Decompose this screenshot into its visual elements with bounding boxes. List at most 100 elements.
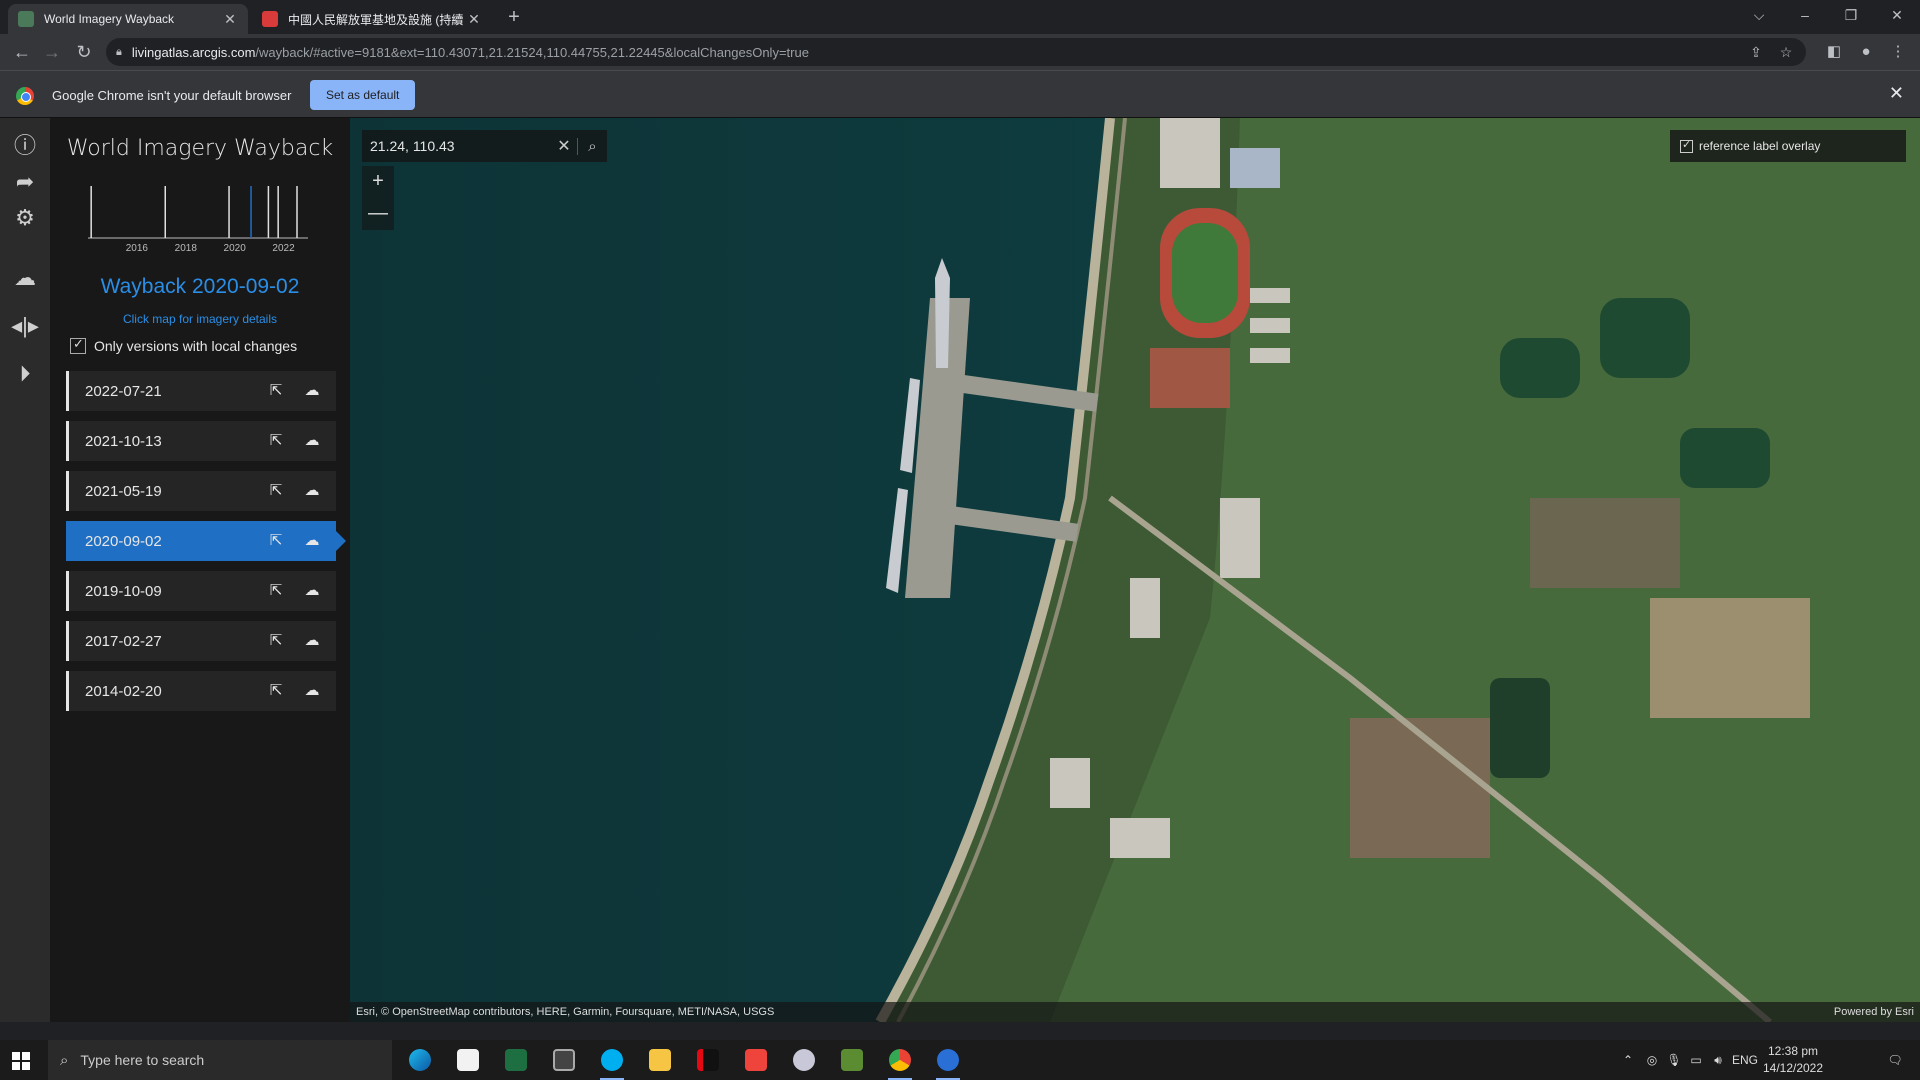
zoom-in-button[interactable]: + bbox=[362, 166, 394, 198]
release-item[interactable]: 2014-02-20 ⇱ ☁ bbox=[66, 671, 336, 711]
network-icon[interactable]: ▭ bbox=[1686, 1040, 1706, 1080]
release-date: 2021-05-19 bbox=[85, 482, 162, 500]
local-changes-checkbox[interactable]: Only versions with local changes bbox=[70, 336, 297, 354]
add-to-download-icon[interactable]: ☁ bbox=[300, 429, 324, 453]
edge-app-icon[interactable] bbox=[400, 1044, 440, 1076]
back-button[interactable]: ← bbox=[8, 38, 36, 66]
satellite-map[interactable]: ✕ ⌕ + — reference label overlay Esri, © … bbox=[350, 118, 1920, 1022]
minecraft-app-icon[interactable] bbox=[832, 1044, 872, 1076]
app-title: World Imagery Wayback bbox=[66, 136, 334, 161]
imagery-details-hint[interactable]: Click map for imagery details bbox=[50, 312, 350, 326]
tray-chevron-icon[interactable]: ⌃ bbox=[1618, 1040, 1638, 1080]
close-window-button[interactable]: ✕ bbox=[1874, 0, 1920, 30]
release-item[interactable]: 2021-10-13 ⇱ ☁ bbox=[66, 421, 336, 461]
open-in-new-icon[interactable]: ⇱ bbox=[264, 579, 288, 603]
zoom-out-button[interactable]: — bbox=[362, 198, 394, 230]
taskbar-search[interactable]: ⌕ Type here to search bbox=[48, 1040, 392, 1080]
clear-search-icon[interactable]: ✕ bbox=[551, 136, 577, 156]
add-to-download-icon[interactable]: ☁ bbox=[300, 379, 324, 403]
open-in-new-icon[interactable]: ⇱ bbox=[264, 379, 288, 403]
microphone-icon[interactable]: 🎙︎ bbox=[1664, 1040, 1684, 1080]
file-explorer-icon[interactable] bbox=[640, 1044, 680, 1076]
open-in-new-icon[interactable]: ⇱ bbox=[264, 529, 288, 553]
store-app-icon[interactable] bbox=[448, 1044, 488, 1076]
info-icon[interactable]: ⓘ bbox=[9, 130, 41, 162]
webcam-icon[interactable]: ◎ bbox=[1642, 1040, 1662, 1080]
release-date: 2021-10-13 bbox=[85, 432, 162, 450]
checkbox-checked-icon bbox=[1680, 138, 1693, 153]
reload-button[interactable]: ↻ bbox=[70, 38, 98, 66]
bookmark-star-icon[interactable]: ☆ bbox=[1772, 38, 1800, 66]
timeline-year-label: 2018 bbox=[175, 243, 198, 254]
release-date: 2017-02-27 bbox=[85, 632, 162, 650]
chrome-menu-icon[interactable]: ⋮ bbox=[1884, 38, 1912, 66]
browser-toolbar: ← → ↻ 🔒︎ livingatlas.arcgis.com/wayback/… bbox=[0, 34, 1920, 70]
timeline-year-label: 2016 bbox=[126, 243, 149, 254]
release-timeline[interactable]: 2016 2018 2020 2022 bbox=[78, 178, 318, 258]
swipe-layers-icon[interactable]: ☁ bbox=[9, 262, 41, 294]
tab-title: World Imagery Wayback bbox=[44, 12, 175, 26]
add-to-download-icon[interactable]: ☁ bbox=[300, 679, 324, 703]
windows-taskbar: ⌕ Type here to search ⌃ ◎ 🎙︎ ▭ 🔊︎ ENG 12… bbox=[0, 1040, 1920, 1080]
minimize-button[interactable]: – bbox=[1782, 0, 1828, 30]
volume-icon[interactable]: 🔊︎ bbox=[1708, 1040, 1728, 1080]
tab-pla-bases[interactable]: 中國人民解放軍基地及設施 (持續 ✕ bbox=[252, 4, 492, 34]
search-input[interactable] bbox=[362, 138, 551, 154]
infobar-message: Google Chrome isn't your default browser bbox=[52, 88, 292, 103]
share-page-icon[interactable]: ⇪ bbox=[1742, 38, 1770, 66]
release-date: 2020-09-02 bbox=[85, 532, 162, 550]
add-to-download-icon[interactable]: ☁ bbox=[300, 529, 324, 553]
release-item[interactable]: 2017-02-27 ⇱ ☁ bbox=[66, 621, 336, 661]
wayback-app: ⓘ ➦ ⚙ ☁ ◂|▸ ⏵ World Imagery Wayback 2016… bbox=[0, 118, 1920, 1022]
release-item-active[interactable]: 2020-09-02 ⇱ ☁ bbox=[66, 521, 346, 561]
windows-start-icon[interactable] bbox=[12, 1052, 30, 1070]
new-tab-button[interactable]: + bbox=[500, 6, 528, 29]
side-panel-icon[interactable]: ◧ bbox=[1820, 38, 1848, 66]
open-in-new-icon[interactable]: ⇱ bbox=[264, 429, 288, 453]
google-earth-app-icon[interactable] bbox=[928, 1044, 968, 1080]
infobar-close-icon[interactable]: ✕ bbox=[1889, 83, 1904, 104]
add-to-download-icon[interactable]: ☁ bbox=[300, 629, 324, 653]
open-in-new-icon[interactable]: ⇱ bbox=[264, 679, 288, 703]
set-as-default-button[interactable]: Set as default bbox=[310, 80, 416, 110]
taskbar-clock[interactable]: 12:38 pm 14/12/2022 bbox=[1758, 1043, 1828, 1077]
timeline-year-label: 2022 bbox=[272, 243, 295, 254]
anydesk-app-icon[interactable] bbox=[736, 1044, 776, 1076]
netflix-app-icon[interactable] bbox=[688, 1044, 728, 1076]
satellite-imagery bbox=[350, 118, 1920, 1022]
powered-by-esri[interactable]: Powered by Esri bbox=[1834, 1002, 1914, 1022]
tab-world-imagery-wayback[interactable]: World Imagery Wayback ✕ bbox=[8, 4, 248, 34]
address-bar[interactable]: 🔒︎ livingatlas.arcgis.com/wayback/#activ… bbox=[106, 38, 1806, 66]
search-icon: ⌕ bbox=[60, 1051, 69, 1069]
search-icon[interactable]: ⌕ bbox=[577, 137, 607, 155]
game-app-icon[interactable] bbox=[784, 1044, 824, 1076]
window-app-icon[interactable] bbox=[544, 1044, 584, 1076]
profile-avatar-icon[interactable]: ● bbox=[1852, 38, 1880, 66]
add-to-download-icon[interactable]: ☁ bbox=[300, 479, 324, 503]
chrome-app-icon[interactable] bbox=[880, 1044, 920, 1080]
lock-icon: 🔒︎ bbox=[116, 45, 122, 58]
tab-close-icon[interactable]: ✕ bbox=[466, 11, 482, 28]
reference-label-text: reference label overlay bbox=[1699, 139, 1821, 153]
restore-button[interactable]: ❐ bbox=[1828, 0, 1874, 30]
icon-rail: ⓘ ➦ ⚙ ☁ ◂|▸ ⏵ bbox=[0, 118, 50, 1022]
skype-app-icon[interactable] bbox=[592, 1044, 632, 1080]
swipe-icon[interactable]: ◂|▸ bbox=[9, 310, 41, 342]
share-icon[interactable]: ➦ bbox=[9, 166, 41, 198]
tab-close-icon[interactable]: ✕ bbox=[222, 11, 238, 28]
forward-button[interactable]: → bbox=[38, 38, 66, 66]
play-icon[interactable]: ⏵ bbox=[9, 358, 41, 390]
excel-app-icon[interactable] bbox=[496, 1044, 536, 1076]
notifications-icon[interactable]: 🗨︎ bbox=[1880, 1040, 1910, 1080]
release-item[interactable]: 2021-05-19 ⇱ ☁ bbox=[66, 471, 336, 511]
language-indicator[interactable]: ENG bbox=[1730, 1040, 1760, 1080]
release-item[interactable]: 2019-10-09 ⇱ ☁ bbox=[66, 571, 336, 611]
add-to-download-icon[interactable]: ☁ bbox=[300, 579, 324, 603]
tab-search-chevron-icon[interactable]: ⌵ bbox=[1736, 0, 1782, 30]
open-in-new-icon[interactable]: ⇱ bbox=[264, 479, 288, 503]
map-attribution: Esri, © OpenStreetMap contributors, HERE… bbox=[350, 1002, 1920, 1022]
gear-icon[interactable]: ⚙ bbox=[9, 202, 41, 234]
reference-label-toggle[interactable]: reference label overlay bbox=[1670, 130, 1906, 162]
release-item[interactable]: 2022-07-21 ⇱ ☁ bbox=[66, 371, 336, 411]
open-in-new-icon[interactable]: ⇱ bbox=[264, 629, 288, 653]
